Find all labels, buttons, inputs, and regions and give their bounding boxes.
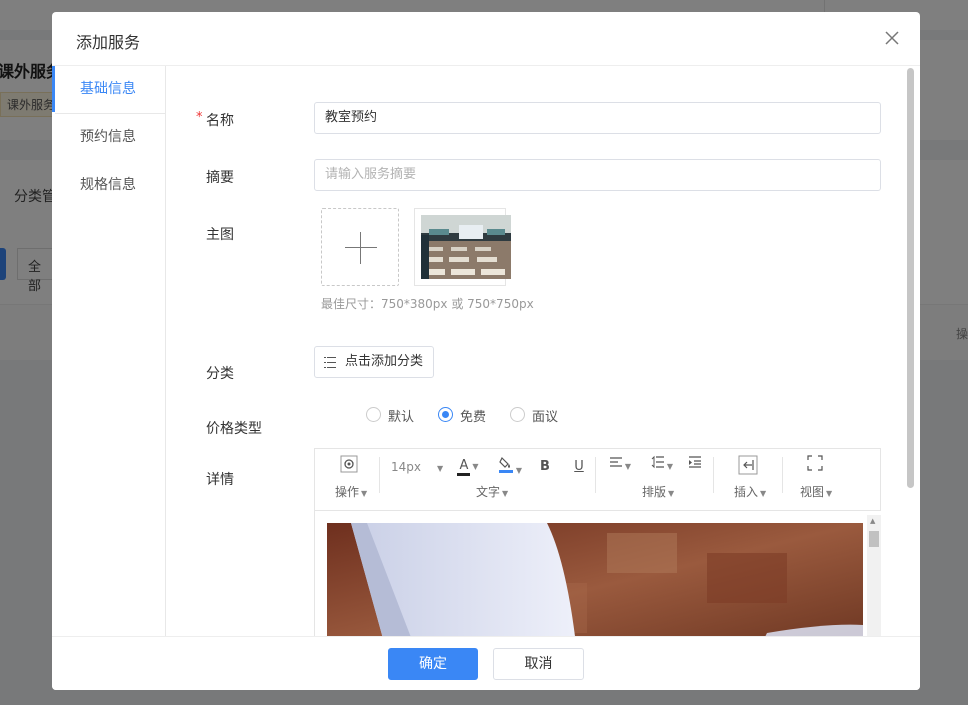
highlight-color-button[interactable]: ▼ [495,455,525,479]
classroom-photo [421,215,511,279]
add-service-dialog: 添加服务 基础信息 预约信息 规格信息 * 名称 教室预约 摘要 请输入服务摘要… [52,12,920,690]
dialog-scrollbar[interactable] [907,68,914,636]
add-category-button[interactable]: 点击添加分类 [314,346,434,378]
summary-input[interactable]: 请输入服务摘要 [314,159,881,191]
toolbar-group-layout[interactable]: 排版 ▼ [642,483,674,500]
dialog-title: 添加服务 [76,33,141,52]
image-size-hint: 最佳尺寸：750*380px 或 750*750px [321,297,534,311]
add-category-label: 点击添加分类 [345,354,424,369]
plus-icon [345,247,377,248]
fullscreen-icon[interactable] [805,455,825,479]
close-icon[interactable] [882,28,902,48]
cancel-button[interactable]: 取消 [493,648,584,680]
editor-scroll-thumb[interactable] [869,531,879,547]
editor-toolbar: 操作 ▼ 14px ▼ A ▼ ▼ B U 文字 ▼ ▼ ▼ 排版 ▼ 插入 ▼… [315,449,880,511]
required-marker: * [196,110,203,125]
toolbar-group-text[interactable]: 文字 ▼ [476,483,508,500]
nav-item-label: 基础信息 [80,81,136,97]
underline-button[interactable]: U [571,455,587,479]
editor-scrollbar[interactable]: ▲ [867,515,881,636]
uploaded-image-thumbnail[interactable] [414,208,511,286]
detail-label: 详情 [206,472,234,488]
radio-circle [438,407,453,422]
price-radio-free[interactable]: 免费 [438,406,486,425]
radio-label: 默认 [388,410,415,425]
confirm-button[interactable]: 确定 [388,648,478,680]
toolbar-group-view[interactable]: 视图 ▼ [800,483,832,500]
dialog-header: 添加服务 [52,12,920,66]
radio-circle [366,407,381,422]
dialog-scroll-thumb[interactable] [907,68,914,488]
line-height-icon[interactable]: ▼ [647,455,677,479]
indent-icon[interactable] [687,455,703,479]
editor-embedded-image [327,523,863,636]
name-label-text: 名称 [206,113,234,129]
nav-item-basic-info[interactable]: 基础信息 [52,66,166,114]
gear-icon[interactable] [339,455,359,479]
category-label: 分类 [206,366,234,382]
font-color-button[interactable]: A ▼ [453,455,483,479]
price-type-label: 价格类型 [206,421,262,437]
toolbar-group-insert[interactable]: 插入 ▼ [734,483,766,500]
insert-icon[interactable] [737,455,759,479]
price-radio-default[interactable]: 默认 [366,406,414,425]
nav-item-label: 规格信息 [80,177,136,193]
dialog-side-nav: 基础信息 预约信息 规格信息 [52,66,166,636]
editor-content-area[interactable]: ▲ [315,511,882,636]
radio-circle [510,407,525,422]
dialog-footer: 确定 取消 [52,636,920,690]
main-image-label: 主图 [206,227,234,243]
nav-item-booking-info[interactable]: 预约信息 [52,114,165,162]
list-icon [324,357,336,368]
nav-item-label: 预约信息 [80,129,136,145]
font-size-select[interactable]: 14px ▼ [391,455,443,479]
name-input[interactable]: 教室预约 [314,102,881,134]
align-icon[interactable]: ▼ [605,455,635,479]
radio-label: 面议 [532,410,559,425]
toolbar-group-operate[interactable]: 操作 ▼ [335,483,367,500]
price-radio-negotiable[interactable]: 面议 [510,406,558,425]
summary-label: 摘要 [206,170,234,186]
nav-item-spec-info[interactable]: 规格信息 [52,162,165,210]
radio-label: 免费 [460,410,487,425]
name-label: * 名称 [196,110,234,130]
bold-button[interactable]: B [537,455,553,479]
rich-text-editor: 操作 ▼ 14px ▼ A ▼ ▼ B U 文字 ▼ ▼ ▼ 排版 ▼ 插入 ▼… [314,448,882,636]
dialog-form-content: * 名称 教室预约 摘要 请输入服务摘要 主图 最佳尺寸：750*380px 或… [166,66,906,636]
scroll-up-arrow-icon[interactable]: ▲ [870,517,875,525]
image-upload-button[interactable] [321,208,399,286]
font-color-icon: A [457,458,471,476]
